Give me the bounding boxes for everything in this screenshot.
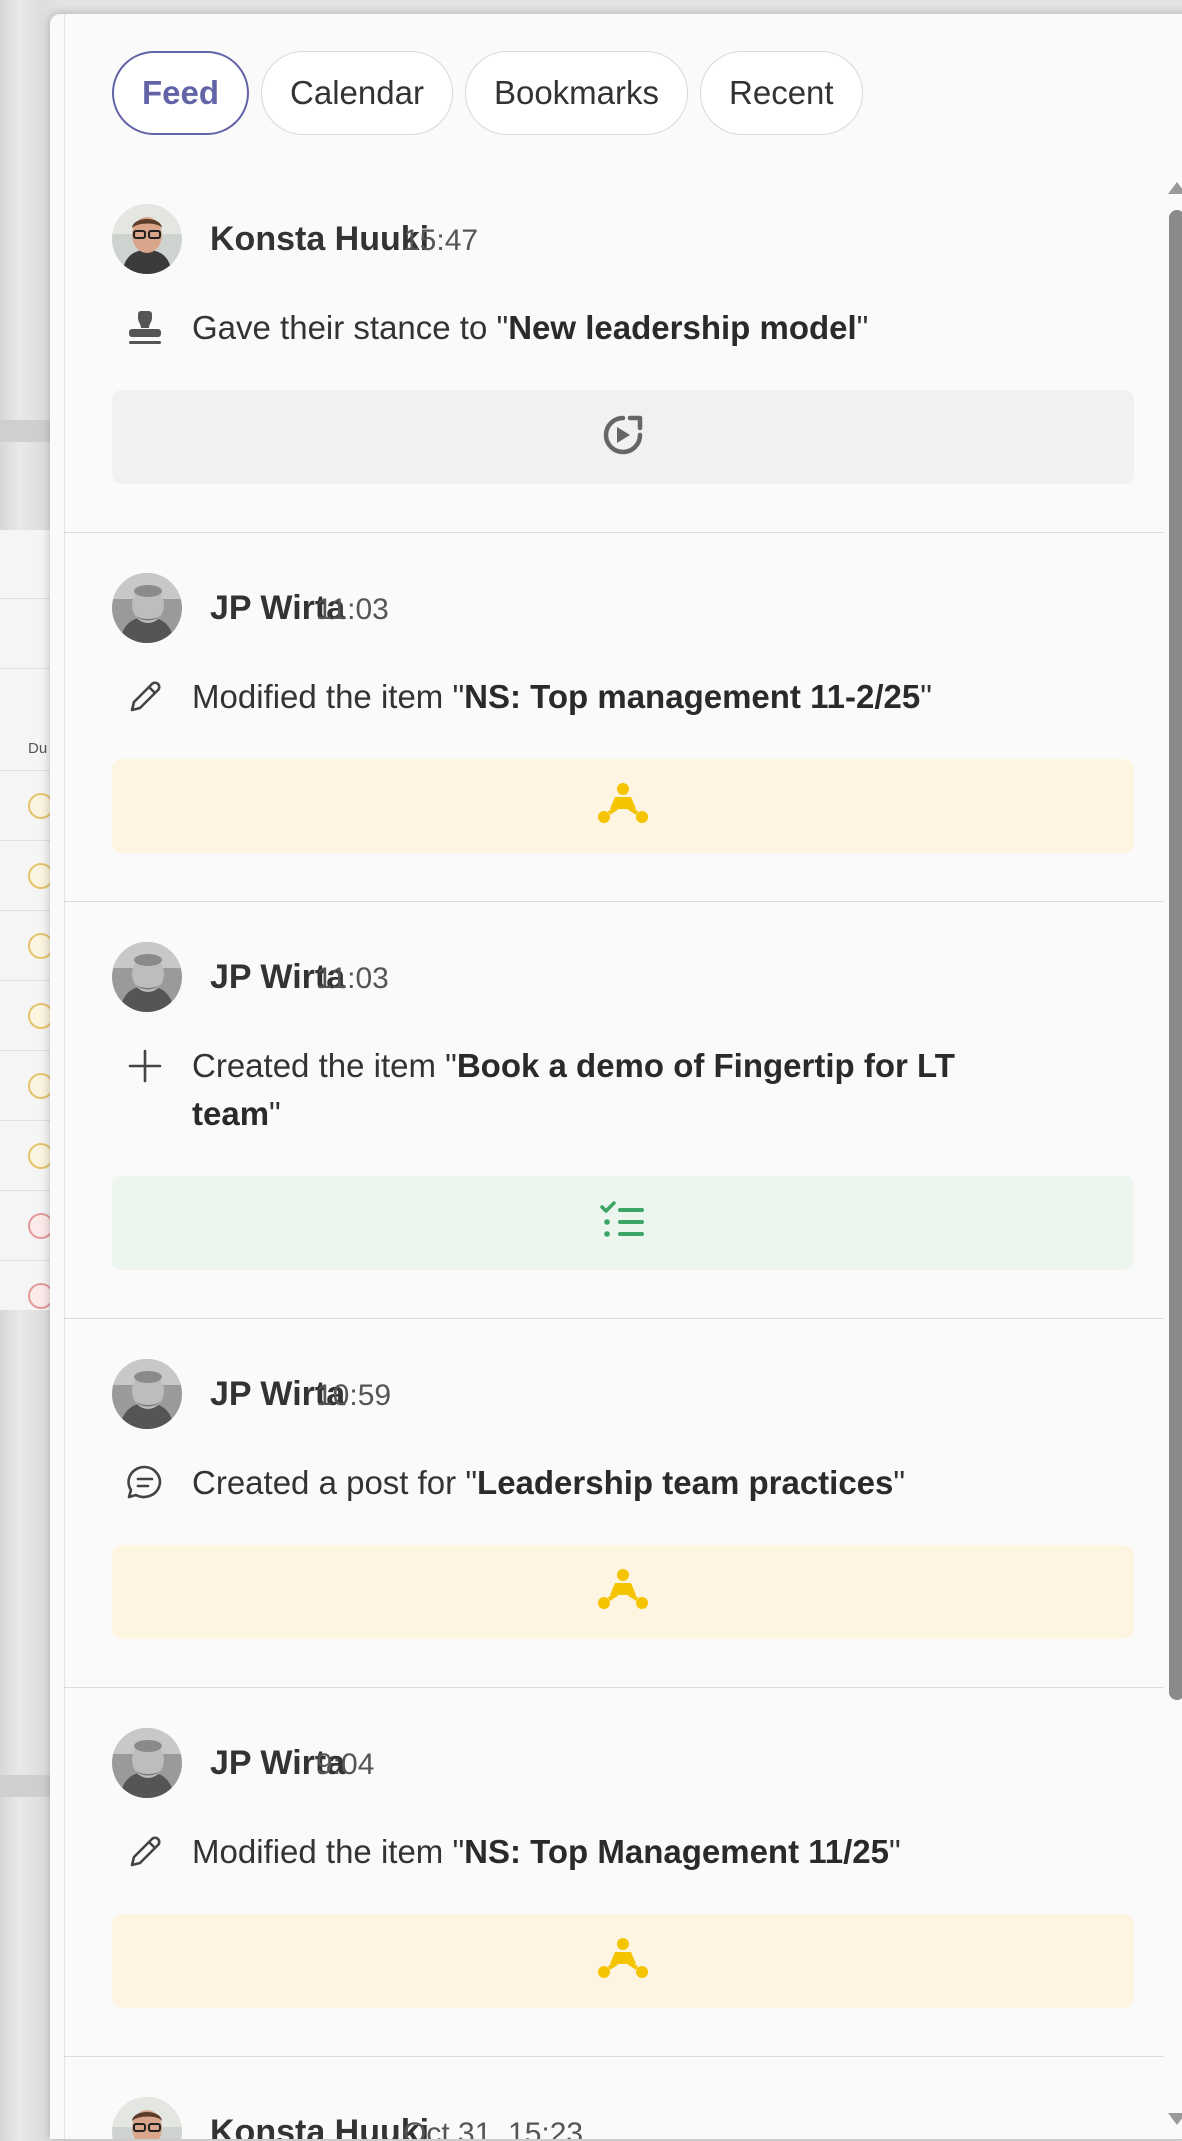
scrollbar-thumb[interactable]	[1169, 210, 1182, 1700]
action-text: Created a post for "Leadership team prac…	[192, 1464, 906, 1501]
scrollbar[interactable]	[1162, 174, 1182, 2139]
feed-item: Konsta Huuki 15:47 Gave their stance to …	[64, 164, 1164, 533]
action-text: Created the item "Book a demo of Fingert…	[192, 1047, 955, 1132]
scroll-up-arrow-icon[interactable]	[1168, 182, 1182, 194]
item-card[interactable]	[112, 1176, 1134, 1270]
timestamp: 15:47	[403, 224, 479, 257]
hierarchy-icon	[597, 781, 649, 832]
action-text: Modified the item "NS: Top Management 11…	[192, 1833, 901, 1870]
activity-feed: Konsta Huuki 15:47 Gave their stance to …	[64, 164, 1164, 2139]
author-name: Konsta Huuki	[210, 220, 430, 258]
scroll-down-arrow-icon[interactable]	[1168, 2113, 1182, 2125]
item-card[interactable]	[112, 759, 1134, 853]
plus-icon	[124, 1045, 166, 1087]
avatar[interactable]	[112, 1359, 182, 1429]
stamp-icon	[124, 307, 166, 349]
feed-item: JP Wirta 11:03 Created the item "Book a …	[64, 902, 1164, 1319]
chat-icon	[124, 1462, 166, 1504]
feed-item: JP Wirta 11:03 Modified the item "NS: To…	[64, 533, 1164, 902]
avatar[interactable]	[112, 204, 182, 274]
author-name: Konsta Huuki	[210, 2113, 430, 2139]
avatar[interactable]	[112, 1728, 182, 1798]
timestamp: Oct 31, 15:23	[403, 2117, 584, 2139]
background-column-label: Du	[28, 740, 48, 757]
action-text: Gave their stance to "New leadership mod…	[192, 309, 869, 346]
avatar[interactable]	[112, 573, 182, 643]
avatar[interactable]	[112, 2097, 182, 2139]
action-text: Modified the item "NS: Top management 11…	[192, 678, 932, 715]
timestamp: 11:03	[316, 962, 389, 995]
tab-bar: Feed Calendar Bookmarks Recent	[112, 51, 863, 135]
item-card[interactable]	[112, 1914, 1134, 2008]
pencil-icon	[124, 1831, 166, 1873]
hierarchy-icon	[597, 1936, 649, 1987]
timestamp: 9:04	[316, 1748, 375, 1781]
tab-feed[interactable]: Feed	[112, 51, 250, 135]
rotate-icon	[600, 412, 646, 463]
pencil-icon	[124, 676, 166, 718]
activity-panel: Feed Calendar Bookmarks Recent Konsta Hu…	[50, 14, 1182, 2139]
hierarchy-icon	[597, 1567, 649, 1618]
tab-calendar[interactable]: Calendar	[261, 51, 453, 135]
item-link[interactable]: NS: Top Management 11/25	[464, 1833, 889, 1870]
item-link[interactable]: NS: Top management 11-2/25	[464, 678, 920, 715]
item-link[interactable]: Leadership team practices	[477, 1464, 893, 1501]
item-link[interactable]: New leadership model	[508, 309, 856, 346]
item-card[interactable]	[112, 390, 1134, 484]
feed-item: JP Wirta 9:04 Modified the item "NS: Top…	[64, 1688, 1164, 2057]
avatar[interactable]	[112, 942, 182, 1012]
timestamp: 10:59	[316, 1379, 392, 1412]
tab-bookmarks[interactable]: Bookmarks	[464, 51, 689, 135]
tab-recent[interactable]: Recent	[700, 51, 863, 135]
feed-item: JP Wirta 10:59 Created a post for "Leade…	[64, 1319, 1164, 1688]
timestamp: 11:03	[316, 593, 389, 626]
item-card[interactable]	[112, 1545, 1134, 1639]
feed-item: Konsta Huuki Oct 31, 15:23	[64, 2057, 1164, 2139]
checklist-icon	[600, 1200, 646, 1246]
